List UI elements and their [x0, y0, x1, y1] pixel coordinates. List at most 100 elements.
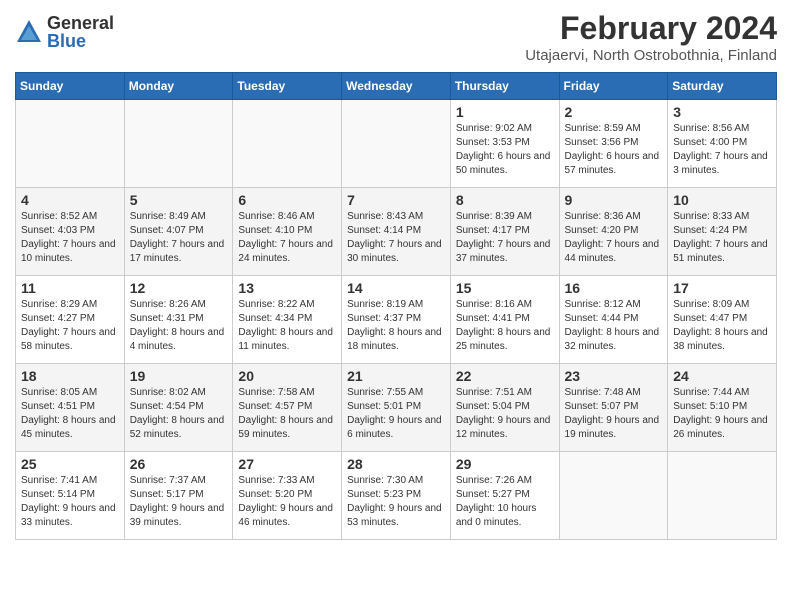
- calendar-cell: [16, 100, 125, 188]
- day-number: 2: [565, 104, 663, 120]
- day-info: Sunrise: 8:22 AM Sunset: 4:34 PM Dayligh…: [238, 298, 336, 354]
- calendar-cell: 26Sunrise: 7:37 AM Sunset: 5:17 PM Dayli…: [124, 452, 233, 540]
- calendar-cell: 29 Sunrise: 7:26 AM Sunset: 5:27 PM Dayli…: [450, 452, 559, 540]
- day-info: Sunrise: 8:56 AM Sunset: 4:00 PM Dayligh…: [673, 122, 771, 178]
- header-saturday: Saturday: [668, 73, 777, 100]
- day-info: Sunrise: 8:09 AM Sunset: 4:47 PM Dayligh…: [673, 298, 771, 354]
- day-info: Sunrise: 8:26 AM Sunset: 4:31 PM Dayligh…: [130, 298, 228, 354]
- day-info: Sunrise: 7:51 AM Sunset: 5:04 PM Dayligh…: [456, 386, 554, 442]
- day-info: Sunrise: 8:29 AM Sunset: 4:27 PM Dayligh…: [21, 298, 119, 354]
- calendar-cell: 20 Sunrise: 7:58 AM Sunset: 4:57 PM Dayli…: [233, 364, 342, 452]
- day-number: 20: [238, 368, 336, 384]
- day-info: Sunrise: 8:12 AM Sunset: 4:44 PM Dayligh…: [565, 298, 663, 354]
- day-number: 9: [565, 192, 663, 208]
- day-number: 3: [673, 104, 771, 120]
- day-info: Sunrise: 7:48 AM Sunset: 5:07 PM Dayligh…: [565, 386, 663, 442]
- calendar-cell: 4Sunrise: 8:52 AM Sunset: 4:03 PM Daylig…: [16, 188, 125, 276]
- day-info: Sunrise: 7:58 AM Sunset: 4:57 PM Dayligh…: [238, 386, 336, 442]
- calendar-cell: 15 Sunrise: 8:16 AM Sunset: 4:41 PM Dayli…: [450, 276, 559, 364]
- day-info: Sunrise: 7:41 AM Sunset: 5:14 PM Dayligh…: [21, 474, 119, 530]
- day-number: 28: [347, 456, 445, 472]
- day-info: Sunrise: 8:05 AM Sunset: 4:51 PM Dayligh…: [21, 386, 119, 442]
- calendar-week-row: 11Sunrise: 8:29 AM Sunset: 4:27 PM Dayli…: [16, 276, 777, 364]
- logo-blue: Blue: [47, 32, 114, 50]
- logo-text: General Blue: [47, 14, 114, 50]
- day-number: 18: [21, 368, 119, 384]
- day-info: Sunrise: 8:39 AM Sunset: 4:17 PM Dayligh…: [456, 210, 554, 266]
- day-info: Sunrise: 7:30 AM Sunset: 5:23 PM Dayligh…: [347, 474, 445, 530]
- calendar-week-row: 25 Sunrise: 7:41 AM Sunset: 5:14 PM Dayli…: [16, 452, 777, 540]
- calendar-cell: 13Sunrise: 8:22 AM Sunset: 4:34 PM Dayli…: [233, 276, 342, 364]
- day-info: Sunrise: 8:59 AM Sunset: 3:56 PM Dayligh…: [565, 122, 663, 178]
- logo-general: General: [47, 14, 114, 32]
- day-number: 10: [673, 192, 771, 208]
- calendar-cell: 8 Sunrise: 8:39 AM Sunset: 4:17 PM Daylig…: [450, 188, 559, 276]
- day-number: 15: [456, 280, 554, 296]
- day-number: 27: [238, 456, 336, 472]
- day-info: Sunrise: 9:02 AM Sunset: 3:53 PM Dayligh…: [456, 122, 554, 178]
- logo-icon: [15, 18, 43, 46]
- calendar-cell: 19 Sunrise: 8:02 AM Sunset: 4:54 PM Dayli…: [124, 364, 233, 452]
- calendar-cell: 18 Sunrise: 8:05 AM Sunset: 4:51 PM Dayli…: [16, 364, 125, 452]
- main-title: February 2024: [525, 10, 777, 47]
- calendar-cell: 12Sunrise: 8:26 AM Sunset: 4:31 PM Dayli…: [124, 276, 233, 364]
- calendar-cell: 21Sunrise: 7:55 AM Sunset: 5:01 PM Dayli…: [342, 364, 451, 452]
- calendar-cell: [233, 100, 342, 188]
- day-number: 8: [456, 192, 554, 208]
- title-area: February 2024 Utajaervi, North Ostroboth…: [525, 10, 777, 64]
- calendar-week-row: 4Sunrise: 8:52 AM Sunset: 4:03 PM Daylig…: [16, 188, 777, 276]
- day-info: Sunrise: 8:46 AM Sunset: 4:10 PM Dayligh…: [238, 210, 336, 266]
- calendar-cell: 11Sunrise: 8:29 AM Sunset: 4:27 PM Dayli…: [16, 276, 125, 364]
- day-number: 16: [565, 280, 663, 296]
- day-info: Sunrise: 7:55 AM Sunset: 5:01 PM Dayligh…: [347, 386, 445, 442]
- header: General Blue February 2024 Utajaervi, No…: [15, 10, 777, 64]
- day-info: Sunrise: 7:33 AM Sunset: 5:20 PM Dayligh…: [238, 474, 336, 530]
- calendar-cell: [668, 452, 777, 540]
- day-number: 24: [673, 368, 771, 384]
- header-tuesday: Tuesday: [233, 73, 342, 100]
- day-number: 5: [130, 192, 228, 208]
- day-number: 29: [456, 456, 554, 472]
- calendar-cell: 22 Sunrise: 7:51 AM Sunset: 5:04 PM Dayli…: [450, 364, 559, 452]
- day-number: 22: [456, 368, 554, 384]
- calendar-header-row: SundayMondayTuesdayWednesdayThursdayFrid…: [16, 73, 777, 100]
- calendar-cell: 1 Sunrise: 9:02 AM Sunset: 3:53 PM Daylig…: [450, 100, 559, 188]
- day-number: 26: [130, 456, 228, 472]
- calendar-cell: 24 Sunrise: 7:44 AM Sunset: 5:10 PM Dayli…: [668, 364, 777, 452]
- day-number: 19: [130, 368, 228, 384]
- calendar-cell: 25 Sunrise: 7:41 AM Sunset: 5:14 PM Dayli…: [16, 452, 125, 540]
- calendar-cell: 27 Sunrise: 7:33 AM Sunset: 5:20 PM Dayli…: [233, 452, 342, 540]
- header-monday: Monday: [124, 73, 233, 100]
- day-info: Sunrise: 7:44 AM Sunset: 5:10 PM Dayligh…: [673, 386, 771, 442]
- header-thursday: Thursday: [450, 73, 559, 100]
- day-number: 17: [673, 280, 771, 296]
- day-info: Sunrise: 8:16 AM Sunset: 4:41 PM Dayligh…: [456, 298, 554, 354]
- header-wednesday: Wednesday: [342, 73, 451, 100]
- header-sunday: Sunday: [16, 73, 125, 100]
- day-info: Sunrise: 7:26 AM Sunset: 5:27 PM Dayligh…: [456, 474, 554, 530]
- day-info: Sunrise: 8:02 AM Sunset: 4:54 PM Dayligh…: [130, 386, 228, 442]
- calendar-cell: 16 Sunrise: 8:12 AM Sunset: 4:44 PM Dayli…: [559, 276, 668, 364]
- calendar-cell: 5 Sunrise: 8:49 AM Sunset: 4:07 PM Daylig…: [124, 188, 233, 276]
- day-number: 6: [238, 192, 336, 208]
- day-number: 25: [21, 456, 119, 472]
- header-friday: Friday: [559, 73, 668, 100]
- calendar-cell: [559, 452, 668, 540]
- logo: General Blue: [15, 14, 114, 50]
- day-info: Sunrise: 8:52 AM Sunset: 4:03 PM Dayligh…: [21, 210, 119, 266]
- day-info: Sunrise: 8:49 AM Sunset: 4:07 PM Dayligh…: [130, 210, 228, 266]
- calendar-cell: 28 Sunrise: 7:30 AM Sunset: 5:23 PM Dayli…: [342, 452, 451, 540]
- calendar-cell: 6 Sunrise: 8:46 AM Sunset: 4:10 PM Daylig…: [233, 188, 342, 276]
- calendar-cell: 14 Sunrise: 8:19 AM Sunset: 4:37 PM Dayli…: [342, 276, 451, 364]
- calendar-cell: 3 Sunrise: 8:56 AM Sunset: 4:00 PM Daylig…: [668, 100, 777, 188]
- calendar-cell: [342, 100, 451, 188]
- day-number: 23: [565, 368, 663, 384]
- day-info: Sunrise: 8:19 AM Sunset: 4:37 PM Dayligh…: [347, 298, 445, 354]
- calendar-cell: 10Sunrise: 8:33 AM Sunset: 4:24 PM Dayli…: [668, 188, 777, 276]
- calendar-week-row: 18 Sunrise: 8:05 AM Sunset: 4:51 PM Dayli…: [16, 364, 777, 452]
- day-number: 14: [347, 280, 445, 296]
- day-number: 1: [456, 104, 554, 120]
- day-info: Sunrise: 8:43 AM Sunset: 4:14 PM Dayligh…: [347, 210, 445, 266]
- calendar-cell: 23 Sunrise: 7:48 AM Sunset: 5:07 PM Dayli…: [559, 364, 668, 452]
- day-number: 7: [347, 192, 445, 208]
